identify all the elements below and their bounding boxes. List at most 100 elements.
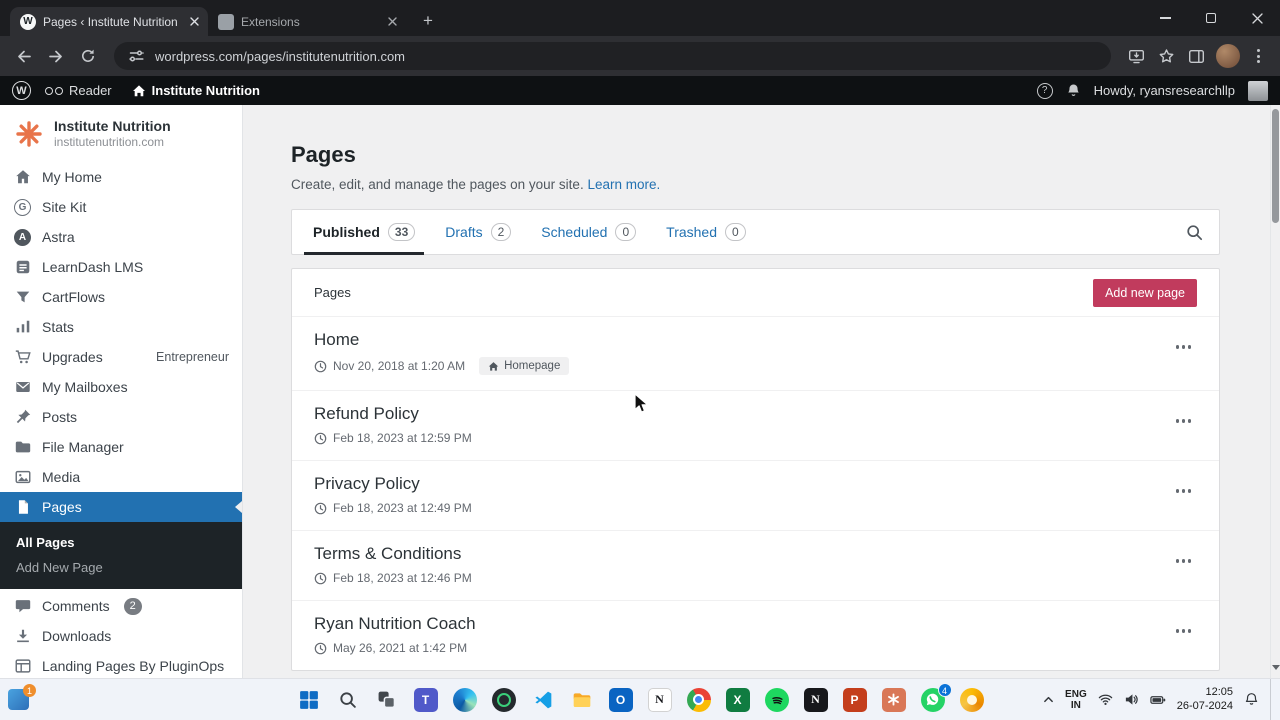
tab-label: Scheduled (541, 224, 608, 240)
new-tab-button[interactable]: + (414, 7, 442, 35)
browser-alt-app-icon[interactable] (959, 687, 985, 713)
outlook-app-icon[interactable]: O (608, 687, 634, 713)
minimize-button[interactable] (1142, 0, 1188, 36)
site-info-icon[interactable] (128, 48, 145, 65)
whatsapp-app-icon[interactable]: 4 (920, 682, 952, 713)
page-row-meta: May 26, 2021 at 1:42 PM (314, 641, 1159, 655)
language-switcher[interactable]: ENG IN (1065, 689, 1087, 711)
show-desktop-button[interactable] (1270, 679, 1274, 720)
close-button[interactable] (1234, 0, 1280, 36)
tab-pages[interactable]: W Pages ‹ Institute Nutrition — W (10, 7, 208, 36)
clock[interactable]: 12:05 26-07-2024 (1177, 686, 1233, 713)
task-view-icon (378, 691, 396, 709)
page-row-title[interactable]: Ryan Nutrition Coach (314, 614, 1159, 634)
tab-trashed[interactable]: Trashed 0 (651, 210, 761, 254)
tab-close-icon[interactable] (384, 14, 400, 30)
site-card[interactable]: Institute Nutrition institutenutrition.c… (0, 105, 242, 160)
browser-profile-avatar[interactable] (1216, 44, 1240, 68)
address-bar[interactable]: wordpress.com/pages/institutenutrition.c… (114, 42, 1111, 70)
add-new-page-button[interactable]: Add new page (1093, 278, 1197, 307)
submenu-add-new-page[interactable]: Add New Page (0, 555, 242, 580)
taskbar-corner[interactable]: 1 (8, 684, 36, 710)
page-row-title[interactable]: Privacy Policy (314, 474, 1159, 494)
sidebar-item-upgrades[interactable]: Upgrades Entrepreneur (0, 342, 242, 372)
page-row-title[interactable]: Refund Policy (314, 404, 1159, 424)
scrollbar-thumb[interactable] (1272, 109, 1279, 223)
task-view-button[interactable] (374, 687, 400, 713)
notion-app-icon[interactable]: N (647, 687, 673, 713)
sidebar-item-my-home[interactable]: My Home (0, 162, 242, 192)
sidebar-item-pages[interactable]: Pages (0, 492, 242, 522)
install-app-button[interactable] (1123, 43, 1149, 69)
page-row-home[interactable]: Home Nov 20, 2018 at 1:20 AM Homepage (292, 316, 1219, 390)
row-menu-button[interactable] (1172, 485, 1196, 497)
powerpoint-app-icon[interactable]: P (842, 687, 868, 713)
search-button[interactable] (1179, 217, 1209, 247)
hidden-icons-button[interactable] (1043, 694, 1054, 705)
back-button[interactable] (10, 42, 38, 70)
sidebar-item-my-mailboxes[interactable]: My Mailboxes (0, 372, 242, 402)
volume-button[interactable] (1124, 692, 1139, 707)
taskbar-search-button[interactable] (335, 687, 361, 713)
sidebar-item-cartflows[interactable]: CartFlows (0, 282, 242, 312)
row-menu-button[interactable] (1172, 341, 1196, 353)
tab-published[interactable]: Published 33 (298, 210, 430, 255)
spotify-app-icon[interactable] (764, 687, 790, 713)
row-menu-button[interactable] (1172, 555, 1196, 567)
reader-link[interactable]: Reader (45, 83, 112, 98)
start-button[interactable] (296, 687, 322, 713)
page-scrollbar[interactable] (1270, 105, 1280, 678)
row-menu-button[interactable] (1172, 625, 1196, 637)
excel-app-icon[interactable]: X (725, 687, 751, 713)
help-button[interactable]: ? (1036, 82, 1053, 99)
sidebar-item-comments[interactable]: Comments 2 (0, 591, 242, 621)
tab-scheduled[interactable]: Scheduled 0 (526, 210, 651, 254)
reload-button[interactable] (74, 42, 102, 70)
notification-center-button[interactable] (1244, 692, 1259, 707)
sidebar-item-landing-pages[interactable]: Landing Pages By PluginOps (0, 651, 242, 678)
page-row-refund-policy[interactable]: Refund Policy Feb 18, 2023 at 12:59 PM (292, 390, 1219, 460)
wordpress-logo-icon[interactable]: W (12, 81, 31, 100)
notifications-bell-button[interactable] (1066, 83, 1081, 98)
page-row-ryan-nutrition-coach[interactable]: Ryan Nutrition Coach May 26, 2021 at 1:4… (292, 600, 1219, 670)
sidebar-item-stats[interactable]: Stats (0, 312, 242, 342)
forward-button[interactable] (42, 42, 70, 70)
page-row-title[interactable]: Terms & Conditions (314, 544, 1159, 564)
teams-app-icon[interactable]: T (413, 687, 439, 713)
browser-menu-button[interactable] (1247, 43, 1270, 69)
notion-calendar-app-icon[interactable]: N (803, 687, 829, 713)
sidebar-item-media[interactable]: Media (0, 462, 242, 492)
sidebar-item-learndash[interactable]: LearnDash LMS (0, 252, 242, 282)
battery-button[interactable] (1150, 693, 1166, 707)
page-row-meta: Nov 20, 2018 at 1:20 AM Homepage (314, 357, 1159, 375)
tab-close-icon[interactable] (186, 14, 202, 30)
asterisk-app-icon[interactable] (881, 687, 907, 713)
edge-app-icon[interactable] (452, 687, 478, 713)
sidebar-item-file-manager[interactable]: File Manager (0, 432, 242, 462)
sidebar-item-posts[interactable]: Posts (0, 402, 242, 432)
sidebar-item-downloads[interactable]: Downloads (0, 621, 242, 651)
howdy-text[interactable]: Howdy, ryansresearchllp (1094, 83, 1235, 98)
green-circle-app-icon[interactable] (491, 687, 517, 713)
tab-extensions[interactable]: Extensions (208, 7, 406, 36)
sidebar-item-site-kit[interactable]: G Site Kit (0, 192, 242, 222)
sidebar-item-astra[interactable]: A Astra (0, 222, 242, 252)
page-row-privacy-policy[interactable]: Privacy Policy Feb 18, 2023 at 12:49 PM (292, 460, 1219, 530)
row-menu-button[interactable] (1172, 415, 1196, 427)
network-button[interactable] (1098, 692, 1113, 707)
user-avatar[interactable] (1248, 80, 1268, 101)
vscode-app-icon[interactable] (530, 687, 556, 713)
learn-more-link[interactable]: Learn more. (587, 177, 660, 192)
bookmark-button[interactable] (1153, 43, 1179, 69)
scroll-down-arrow[interactable] (1271, 665, 1280, 674)
corner-app-icon[interactable]: 1 (8, 684, 36, 710)
file-explorer-icon[interactable] (569, 687, 595, 713)
site-home-link[interactable]: Institute Nutrition (132, 83, 260, 98)
tab-drafts[interactable]: Drafts 2 (430, 210, 526, 254)
page-row-terms-conditions[interactable]: Terms & Conditions Feb 18, 2023 at 12:46… (292, 530, 1219, 600)
maximize-button[interactable] (1188, 0, 1234, 36)
submenu-all-pages[interactable]: All Pages (0, 530, 242, 555)
page-row-title[interactable]: Home (314, 330, 1159, 350)
chrome-app-icon[interactable] (686, 687, 712, 713)
side-panel-button[interactable] (1183, 43, 1209, 69)
